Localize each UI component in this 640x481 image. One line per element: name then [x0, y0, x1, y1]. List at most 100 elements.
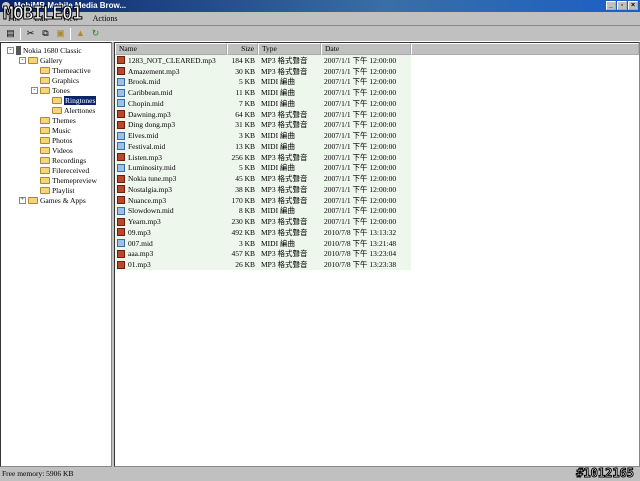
folder-icon — [40, 176, 50, 184]
mid-file-icon — [117, 142, 125, 151]
file-name: Amazement.mp3 — [128, 66, 180, 76]
watermark-id: #1012165 — [576, 466, 635, 481]
expand-icon[interactable]: + — [19, 196, 26, 204]
refresh-icon[interactable]: ↻ — [90, 28, 101, 39]
copy-icon[interactable]: ⧉ — [40, 28, 51, 39]
file-type: MP3 格式聲音 — [261, 260, 308, 270]
mid-file-icon — [117, 88, 125, 97]
mp3-file-icon — [117, 249, 125, 258]
tree-node[interactable]: Filereceived — [40, 165, 89, 175]
tree-node-label: Videos — [52, 145, 73, 155]
file-row[interactable]: Ding dong.mp3 31 KB MP3 格式聲音 2007/1/1 下午… — [115, 119, 411, 131]
file-date: 2007/1/1 下午 12:00:00 — [324, 217, 397, 227]
file-row[interactable]: Elves.mid 3 KB MIDI 編曲 2007/1/1 下午 12:00… — [115, 130, 411, 141]
properties-icon[interactable]: ▤ — [5, 28, 16, 39]
mp3-file-icon — [117, 174, 125, 183]
tree-node-label: Alerttones — [64, 105, 96, 115]
menu-bar: File Edit View Actions — [0, 12, 640, 26]
file-row[interactable]: 007.mid 3 KB MIDI 編曲 2010/7/8 下午 13:21:4… — [115, 237, 411, 249]
mp3-file-icon — [117, 196, 125, 205]
file-row[interactable]: Caribbean.mid 11 KB MIDI 編曲 2007/1/1 下午 … — [115, 87, 411, 98]
tree-node[interactable]: Themepreview — [40, 175, 97, 185]
tree-node[interactable]: Ringtones — [52, 95, 97, 105]
file-row[interactable]: Nostalgia.mp3 38 KB MP3 格式聲音 2007/1/1 下午… — [115, 184, 411, 195]
tree-node[interactable]: Recordings — [40, 155, 86, 165]
upload-icon[interactable]: ▲ — [75, 28, 86, 39]
tree-node-label: Themes — [52, 115, 76, 125]
file-row[interactable]: Dawning.mp3 64 KB MP3 格式聲音 2007/1/1 下午 1… — [115, 108, 411, 120]
tree-node[interactable]: Photos — [40, 135, 72, 145]
column-header-name[interactable]: Name — [115, 43, 227, 55]
folder-icon — [52, 106, 62, 114]
phone-icon — [16, 45, 21, 55]
file-date: 2007/1/1 下午 12:00:00 — [324, 152, 397, 162]
collapse-icon[interactable]: - — [19, 56, 26, 64]
file-row[interactable]: Brook.mid 5 KB MIDI 編曲 2007/1/1 下午 12:00… — [115, 76, 411, 88]
tree-node[interactable]: Themes — [40, 115, 76, 125]
file-date: 2007/1/1 下午 12:00:00 — [324, 77, 397, 87]
folder-icon — [40, 156, 50, 164]
file-row[interactable]: 01.mp3 26 KB MP3 格式聲音 2010/7/8 下午 13:23:… — [115, 259, 411, 270]
close-button[interactable]: × — [628, 1, 638, 10]
file-row[interactable]: Chopin.mid 7 KB MIDI 編曲 2007/1/1 下午 12:0… — [115, 98, 411, 109]
file-size: 11 KB — [235, 88, 255, 98]
file-type: MP3 格式聲音 — [261, 217, 308, 227]
file-name: Elves.mid — [128, 131, 159, 141]
file-size: 30 KB — [235, 66, 255, 76]
file-row[interactable]: Slowdown.mid 8 KB MIDI 編曲 2007/1/1 下午 12… — [115, 205, 411, 217]
file-size: 457 KB — [231, 249, 255, 259]
file-size: 5 KB — [238, 77, 255, 87]
paste-icon[interactable]: ▣ — [55, 28, 66, 39]
column-header-type[interactable]: Type — [258, 43, 321, 55]
cut-icon[interactable]: ✂ — [25, 28, 36, 39]
title-bar: MobiMB Mobile Media Brow... _ ▫ × — [0, 0, 640, 12]
file-date: 2007/1/1 下午 12:00:00 — [324, 163, 397, 173]
file-size: 8 KB — [238, 206, 255, 216]
file-size: 5 KB — [238, 163, 255, 173]
restore-button[interactable]: ▫ — [617, 1, 627, 10]
tree-node[interactable]: Graphics — [40, 75, 79, 85]
file-row[interactable]: 1283_NOT_CLEARED.mp3 184 KB MP3 格式聲音 200… — [115, 55, 411, 66]
file-row[interactable]: Festival.mid 13 KB MIDI 編曲 2007/1/1 下午 1… — [115, 141, 411, 152]
tree-node[interactable]: Playlist — [40, 185, 75, 195]
file-date: 2007/1/1 下午 12:00:00 — [324, 109, 397, 119]
file-name: Listen.mp3 — [128, 152, 162, 162]
mp3-file-icon — [117, 120, 125, 129]
file-row[interactable]: Luminosity.mid 5 KB MIDI 編曲 2007/1/1 下午 … — [115, 162, 411, 174]
file-type: MIDI 編曲 — [261, 238, 295, 248]
tree-node[interactable]: Alerttones — [52, 105, 95, 115]
file-type: MIDI 編曲 — [261, 163, 295, 173]
file-name: Yearn.mp3 — [128, 217, 161, 227]
tree-node[interactable]: - Nokia 1680 Classic — [7, 45, 82, 55]
collapse-icon[interactable]: - — [31, 86, 38, 94]
file-name: Chopin.mid — [128, 98, 164, 108]
file-row[interactable]: aaa.mp3 457 KB MP3 格式聲音 2010/7/8 下午 13:2… — [115, 248, 411, 260]
column-header-size[interactable]: Size — [227, 43, 258, 55]
folder-icon — [40, 186, 50, 194]
tree-node[interactable]: + Games & Apps — [19, 195, 86, 205]
file-type: MIDI 編曲 — [261, 131, 295, 141]
file-row[interactable]: Yearn.mp3 230 KB MP3 格式聲音 2007/1/1 下午 12… — [115, 216, 411, 227]
mid-file-icon — [117, 206, 125, 215]
folder-icon — [40, 86, 50, 94]
menu-actions[interactable]: Actions — [93, 14, 118, 25]
minimize-button[interactable]: _ — [606, 1, 616, 10]
collapse-icon[interactable]: - — [7, 46, 14, 54]
tree-node[interactable]: Videos — [40, 145, 73, 155]
toolbar: ▤ ✂ ⧉ ▣ ▲ ↻ — [0, 26, 640, 42]
tree-node[interactable]: Music — [40, 125, 71, 135]
tree-node[interactable]: - Tones — [31, 85, 70, 95]
folder-icon — [28, 196, 38, 204]
file-row[interactable]: Nuance.mp3 170 KB MP3 格式聲音 2007/1/1 下午 1… — [115, 194, 411, 206]
file-row[interactable]: Listen.mp3 256 KB MP3 格式聲音 2007/1/1 下午 1… — [115, 151, 411, 163]
tree-node[interactable]: Themeactive — [40, 65, 91, 75]
file-row[interactable]: Amazement.mp3 30 KB MP3 格式聲音 2007/1/1 下午… — [115, 65, 411, 77]
file-row[interactable]: 09.mp3 492 KB MP3 格式聲音 2010/7/8 下午 13:13… — [115, 227, 411, 238]
file-size: 7 KB — [238, 98, 255, 108]
tree-node-label: Themepreview — [52, 175, 97, 185]
tree-node-label: Recordings — [52, 155, 87, 165]
tree-node[interactable]: - Gallery — [19, 55, 63, 65]
column-header-date[interactable]: Date — [321, 43, 411, 55]
file-row[interactable]: Nokia tune.mp3 45 KB MP3 格式聲音 2007/1/1 下… — [115, 173, 411, 184]
folder-icon — [40, 66, 50, 74]
